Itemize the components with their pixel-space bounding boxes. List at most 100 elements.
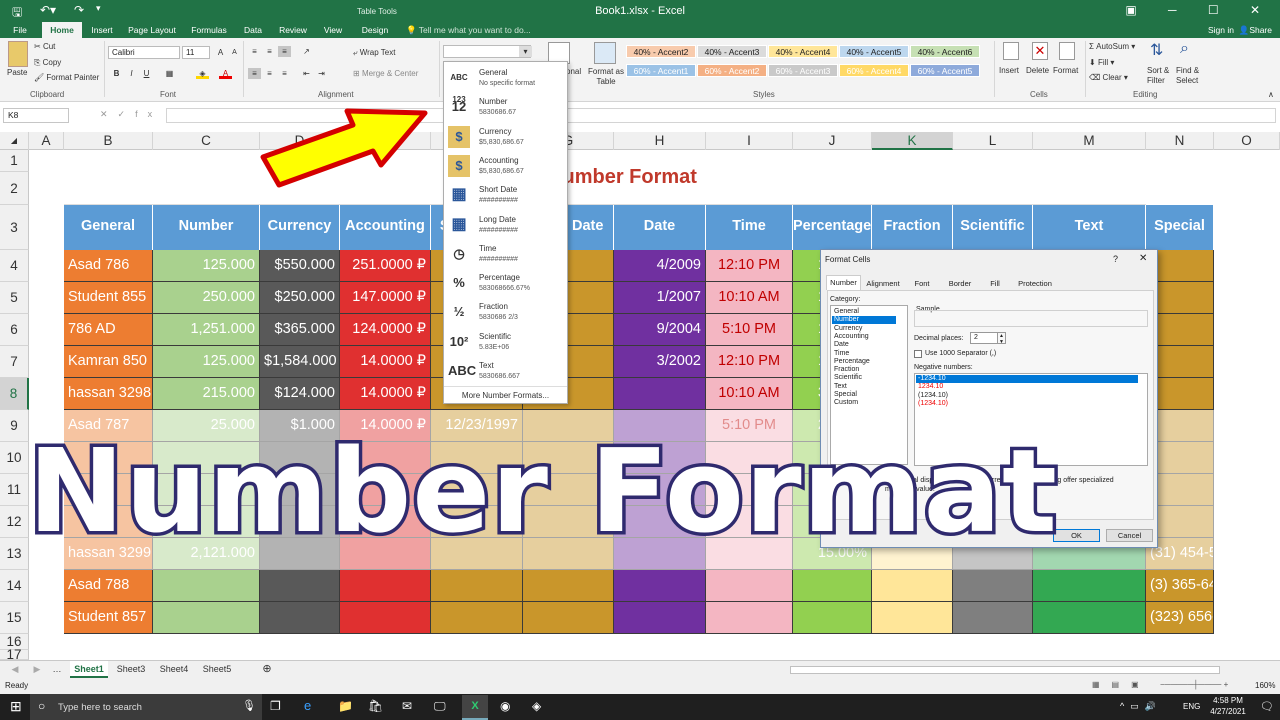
cell-style-item[interactable]: 60% - Accent3 bbox=[768, 64, 838, 77]
table-cell[interactable]: hassan 3298 bbox=[64, 378, 153, 410]
collapse-ribbon-icon[interactable]: ∧ bbox=[1268, 90, 1274, 99]
negative-number-option[interactable]: -1234.10 bbox=[916, 375, 1138, 383]
conditional-formatting-button[interactable]: onal bbox=[566, 67, 581, 76]
table-cell[interactable] bbox=[614, 602, 706, 634]
number-format-option-currency[interactable]: $ Currency $5,830,686.67 bbox=[444, 123, 567, 152]
column-header-l[interactable]: L bbox=[953, 132, 1033, 150]
category-item-fraction[interactable]: Fraction bbox=[832, 366, 896, 374]
align-top-icon[interactable]: ≡ bbox=[248, 46, 261, 57]
category-item-currency[interactable]: Currency bbox=[832, 325, 896, 333]
number-format-option-fraction[interactable]: ½ Fraction 5830686 2/3 bbox=[444, 298, 567, 327]
table-cell[interactable] bbox=[1033, 602, 1146, 634]
table-cell[interactable]: 12:10 PM bbox=[706, 346, 793, 378]
clock-date[interactable]: 4/27/2021 bbox=[1204, 707, 1252, 716]
paste-icon[interactable] bbox=[8, 41, 28, 67]
align-middle-icon[interactable]: ≡ bbox=[263, 46, 276, 57]
close-icon[interactable]: ✕ bbox=[1139, 253, 1147, 264]
table-cell[interactable]: 14.0000 ₽ bbox=[340, 346, 431, 378]
column-header-j[interactable]: J bbox=[793, 132, 872, 150]
row-header-13[interactable]: 13 bbox=[0, 538, 29, 570]
wrap-text-button[interactable]: ⤶ Wrap Text bbox=[353, 48, 395, 58]
column-header-c[interactable]: C bbox=[153, 132, 260, 150]
table-cell[interactable]: 10:10 AM bbox=[706, 282, 793, 314]
row-header-9[interactable]: 9 bbox=[0, 410, 29, 442]
format-cells-icon[interactable] bbox=[1059, 42, 1075, 60]
table-cell[interactable]: $124.000 bbox=[260, 378, 340, 410]
system-tray-icons[interactable]: ^▭🔊 bbox=[1120, 701, 1162, 712]
table-cell[interactable]: 1,251.000 bbox=[153, 314, 260, 346]
number-format-select[interactable] bbox=[443, 45, 531, 58]
name-box[interactable]: K8 bbox=[3, 108, 69, 123]
table-cell[interactable] bbox=[431, 570, 523, 602]
cell-style-item[interactable]: 60% - Accent5 bbox=[910, 64, 980, 77]
category-item-time[interactable]: Time bbox=[832, 350, 896, 358]
table-cell[interactable] bbox=[953, 570, 1033, 602]
next-sheet-icon[interactable]: ▶ bbox=[30, 661, 44, 678]
sort-filter-button[interactable]: Sort & Filter bbox=[1147, 66, 1177, 86]
align-left-icon[interactable]: ≡ bbox=[248, 68, 261, 79]
fx-icon[interactable]: fx bbox=[135, 109, 162, 119]
remote-desktop-icon[interactable]: 🖵 bbox=[434, 699, 446, 714]
table-cell[interactable]: 215.000 bbox=[153, 378, 260, 410]
font-color-icon[interactable]: A bbox=[219, 68, 232, 79]
store-icon[interactable]: 🛍 bbox=[368, 699, 383, 713]
column-header-m[interactable]: M bbox=[1033, 132, 1146, 150]
ok-button[interactable]: OK bbox=[1053, 529, 1100, 542]
table-cell[interactable]: 1/2007 bbox=[614, 282, 706, 314]
bold-button[interactable]: B bbox=[110, 68, 123, 79]
clock-time[interactable]: 4:58 PM bbox=[1208, 696, 1248, 705]
number-format-option-accounting[interactable]: $ Accounting $5,830,686.67 bbox=[444, 152, 567, 181]
cell-style-item[interactable]: 40% - Accent3 bbox=[697, 45, 767, 58]
number-format-option-general[interactable]: ABC 123 General No specific format bbox=[444, 64, 567, 104]
number-format-option-text[interactable]: ABC Text 5830686.667 bbox=[444, 357, 567, 386]
new-sheet-icon[interactable]: ⊕ bbox=[260, 661, 274, 678]
merge-center-button[interactable]: ⊞ Merge & Center bbox=[353, 69, 418, 78]
share-button[interactable]: 👤Share bbox=[1239, 25, 1272, 36]
align-right-icon[interactable]: ≡ bbox=[278, 68, 291, 79]
column-header-k[interactable]: K bbox=[872, 132, 953, 150]
table-cell[interactable]: 4/2009 bbox=[614, 250, 706, 282]
table-cell[interactable]: 251.0000 ₽ bbox=[340, 250, 431, 282]
tab-insert[interactable]: Insert bbox=[86, 22, 118, 38]
category-item-custom[interactable]: Custom bbox=[832, 399, 896, 407]
align-bottom-icon[interactable]: ≡ bbox=[278, 46, 291, 57]
table-cell[interactable]: 12:10 PM bbox=[706, 250, 793, 282]
cell-style-item[interactable]: 40% - Accent6 bbox=[910, 45, 980, 58]
row-header-15[interactable]: 15 bbox=[0, 602, 29, 634]
orientation-icon[interactable]: ↗ bbox=[300, 46, 313, 57]
cell-style-item[interactable]: 40% - Accent5 bbox=[839, 45, 909, 58]
sheet-overflow-icon[interactable]: … bbox=[50, 661, 64, 678]
clear-button[interactable]: ⌫ Clear ▾ bbox=[1089, 73, 1128, 82]
column-header-h[interactable]: H bbox=[614, 132, 706, 150]
number-format-option-scientific[interactable]: 10² Scientific 5.83E+06 bbox=[444, 328, 567, 357]
table-cell[interactable]: 250.000 bbox=[153, 282, 260, 314]
table-cell[interactable]: 124.0000 ₽ bbox=[340, 314, 431, 346]
table-cell[interactable] bbox=[706, 570, 793, 602]
edge-icon[interactable]: e bbox=[304, 698, 311, 713]
cell-style-item[interactable]: 60% - Accent4 bbox=[839, 64, 909, 77]
sort-filter-icon[interactable]: ⇅ bbox=[1150, 40, 1163, 60]
cut-button[interactable]: ✂ Cut bbox=[34, 42, 55, 51]
number-format-option-number[interactable]: 12 Number 5830686.67 bbox=[444, 93, 567, 122]
table-cell[interactable]: $250.000 bbox=[260, 282, 340, 314]
sheet-tab-sheet5[interactable]: Sheet5 bbox=[197, 661, 237, 678]
chrome-icon[interactable]: ◉ bbox=[500, 699, 510, 713]
tab-view[interactable]: View bbox=[318, 22, 348, 38]
column-header-b[interactable]: B bbox=[64, 132, 153, 150]
table-cell[interactable] bbox=[872, 602, 953, 634]
row-header-1[interactable]: 1 bbox=[0, 150, 29, 172]
sheet-tab-sheet4[interactable]: Sheet4 bbox=[154, 661, 194, 678]
delete-cells-button[interactable]: Delete bbox=[1026, 66, 1049, 75]
row-header-6[interactable]: 6 bbox=[0, 314, 29, 346]
borders-icon[interactable]: ▦ bbox=[163, 68, 176, 79]
category-item-scientific[interactable]: Scientific bbox=[832, 374, 896, 382]
dialog-tab-protection[interactable]: Protection bbox=[1011, 277, 1059, 290]
number-format-option-short-date[interactable]: ▦ Short Date ########## bbox=[444, 181, 567, 210]
notifications-icon[interactable]: 🗨 bbox=[1260, 700, 1274, 713]
category-item-percentage[interactable]: Percentage bbox=[832, 358, 896, 366]
help-icon[interactable]: ? bbox=[1113, 254, 1118, 264]
number-format-dropdown-icon[interactable]: ▾ bbox=[519, 46, 532, 57]
table-cell[interactable] bbox=[614, 570, 706, 602]
formula-bar-buttons[interactable]: ✕✓fx bbox=[100, 109, 162, 120]
cancel-button[interactable]: Cancel bbox=[1106, 529, 1153, 542]
